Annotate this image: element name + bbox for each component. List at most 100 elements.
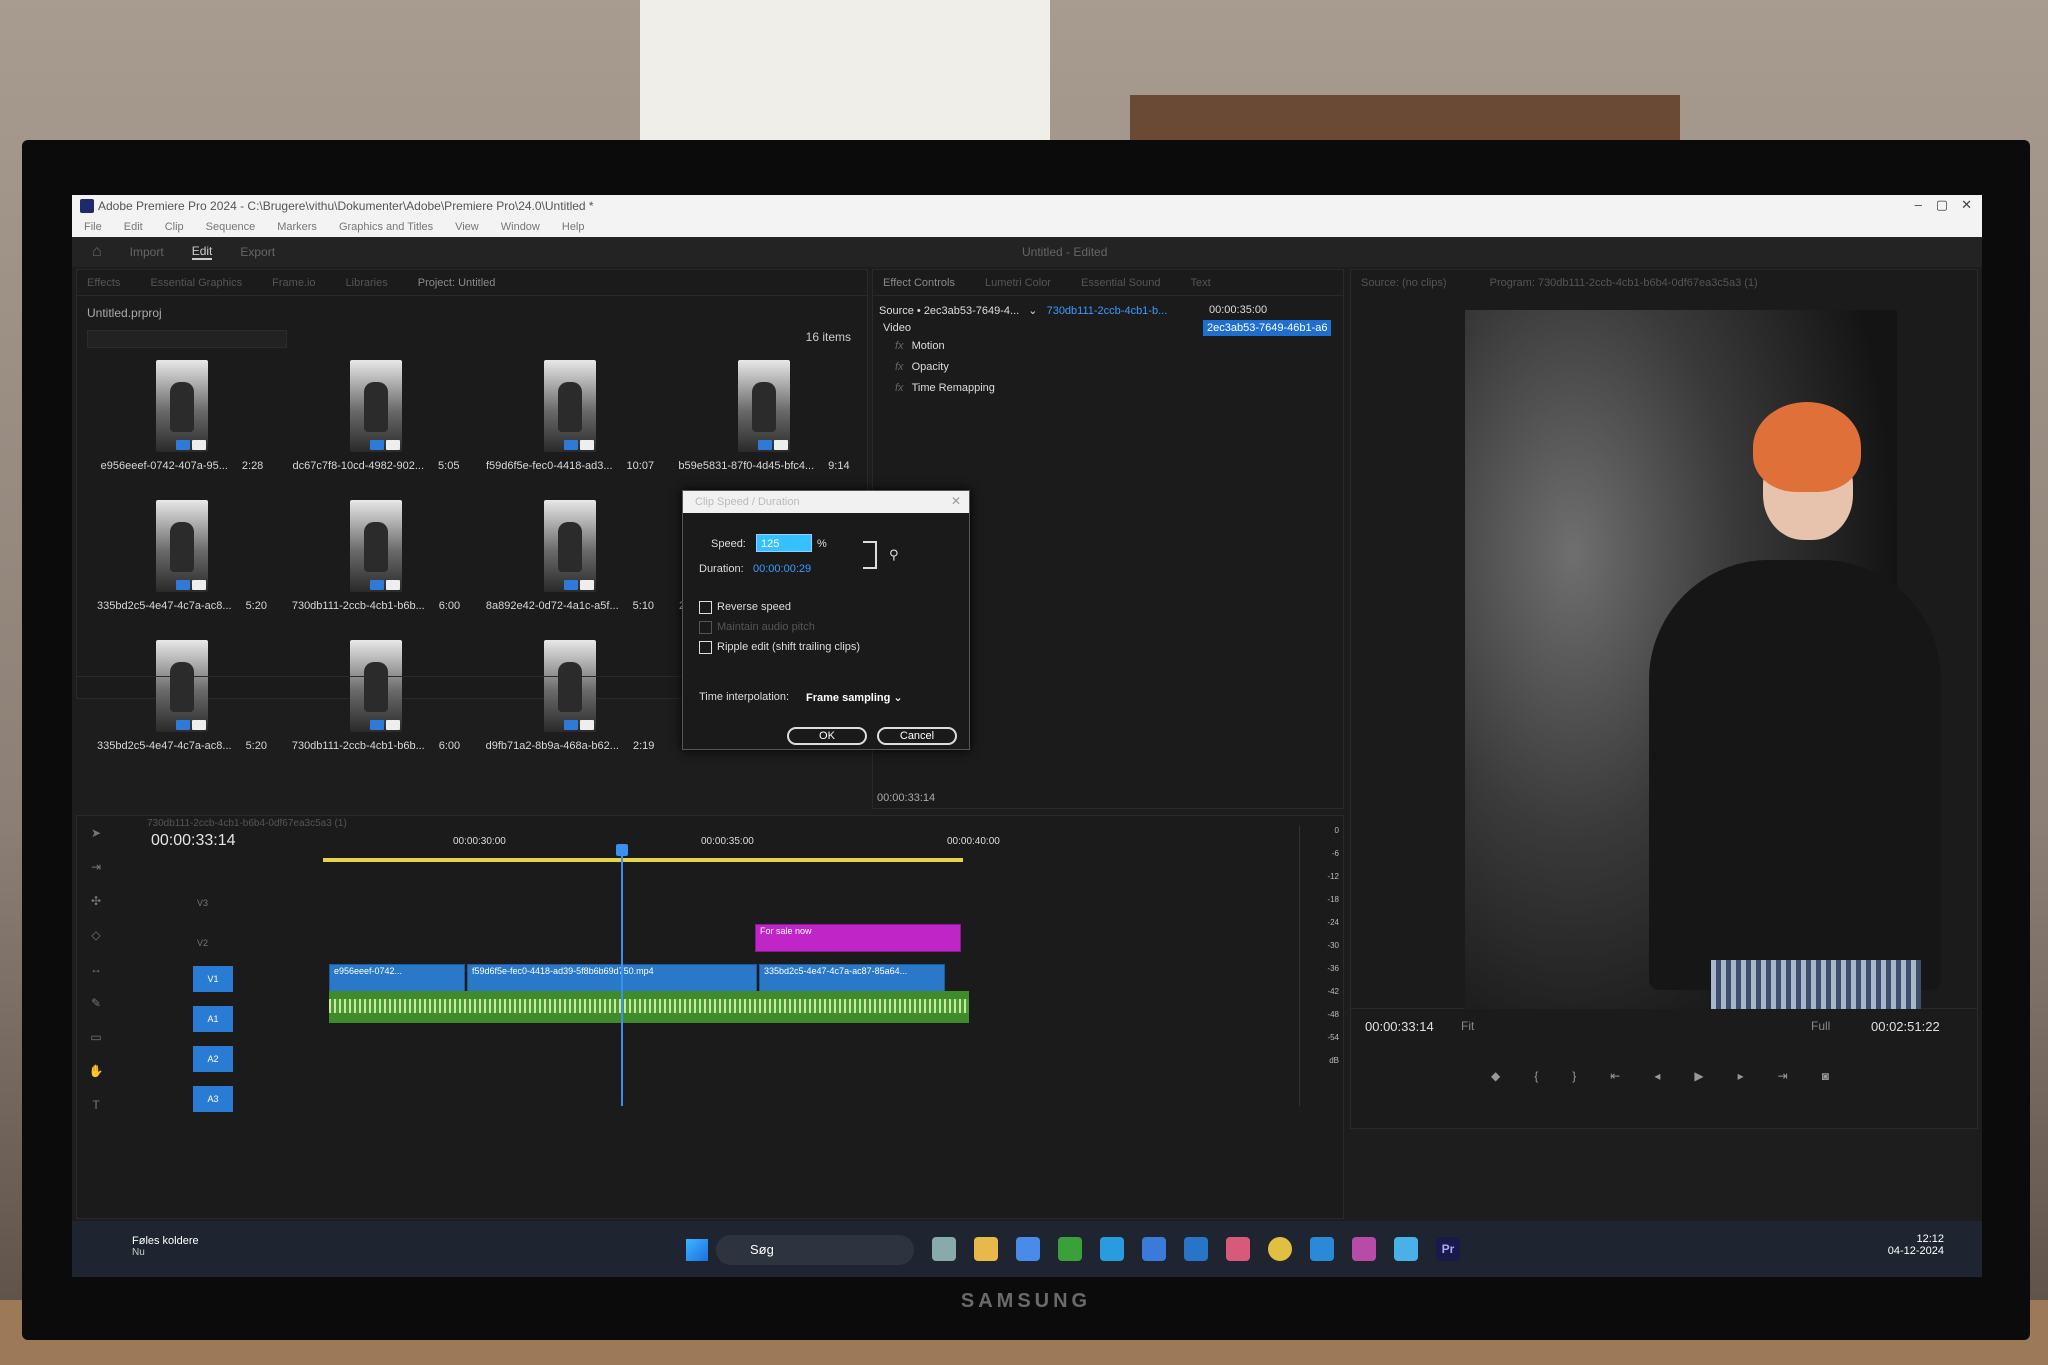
ok-button[interactable]: OK (787, 727, 867, 745)
marker-icon[interactable]: ◆ (1491, 1069, 1500, 1083)
tab-essential-sound[interactable]: Essential Sound (1081, 277, 1161, 289)
menu-markers[interactable]: Markers (277, 221, 317, 233)
outlook-icon[interactable] (1184, 1237, 1208, 1261)
ec-sequence-link[interactable]: 730db111-2ccb-4cb1-b... (1047, 305, 1168, 317)
cancel-button[interactable]: Cancel (877, 727, 957, 745)
close-icon[interactable]: ✕ (1961, 197, 1972, 213)
tab-essential-graphics[interactable]: Essential Graphics (150, 277, 242, 289)
tab-source[interactable]: Source: (no clips) (1361, 277, 1447, 289)
mark-in-icon[interactable]: { (1534, 1069, 1538, 1083)
tab-project[interactable]: Project: Untitled (418, 277, 496, 289)
vscode-icon[interactable] (1310, 1237, 1334, 1261)
step-back-icon[interactable]: ◂ (1654, 1069, 1660, 1083)
video-clip-a[interactable]: e956eeef-0742... (329, 964, 465, 992)
store-icon[interactable] (1016, 1237, 1040, 1261)
work-area-bar[interactable] (323, 858, 963, 862)
start-icon[interactable] (686, 1239, 708, 1261)
selection-tool-icon[interactable]: ➤ (91, 826, 101, 840)
track-v3[interactable]: V3 (197, 898, 208, 908)
whiteboard-icon[interactable] (1142, 1237, 1166, 1261)
track-a2[interactable]: A2 (193, 1046, 233, 1072)
rectangle-tool-icon[interactable]: ▭ (90, 1030, 101, 1044)
mark-out-icon[interactable]: } (1572, 1069, 1576, 1083)
ripple-edit-tool-icon[interactable]: ✣ (91, 894, 101, 908)
project-clip-item[interactable]: d9fb71a2-8b9a-468a-b62... 2:19 (475, 640, 665, 766)
tab-lumetri[interactable]: Lumetri Color (985, 277, 1051, 289)
track-a1[interactable]: A1 (193, 1006, 233, 1032)
track-v2[interactable]: V2 (197, 938, 208, 948)
project-clip-item[interactable]: b59e5831-87f0-4d45-bfc4... 9:14 (669, 360, 859, 486)
fit-select[interactable]: Fit (1461, 1019, 1474, 1033)
home-icon[interactable]: ⌂ (92, 243, 102, 261)
step-forward-icon[interactable]: ▸ (1738, 1069, 1744, 1083)
project-clip-item[interactable]: 8a892e42-0d72-4a1c-a5f... 5:10 (475, 500, 665, 626)
project-clip-item[interactable]: 730db111-2ccb-4cb1-b6b... 6:00 (281, 640, 471, 766)
track-a3[interactable]: A3 (193, 1086, 233, 1112)
tab-frameio[interactable]: Frame.io (272, 277, 315, 289)
file-explorer-icon[interactable] (974, 1237, 998, 1261)
timeline-timecode[interactable]: 00:00:33:14 (151, 832, 236, 850)
hand-tool-icon[interactable]: ✋ (89, 1064, 104, 1078)
ec-effect-opacity[interactable]: fx Opacity (895, 361, 949, 373)
tab-edit[interactable]: Edit (191, 244, 213, 260)
speed-input[interactable]: 125 (756, 534, 812, 552)
menu-edit[interactable]: Edit (124, 221, 143, 233)
video-clip-b[interactable]: f59d6f5e-fec0-4418-ad39-5f8b6b69d750.mp4 (467, 964, 757, 992)
duration-value[interactable]: 00:00:00:29 (753, 563, 811, 575)
video-frame[interactable] (1465, 310, 1941, 1120)
clock[interactable]: 12:12 04-12-2024 (1888, 1233, 1944, 1257)
edge-icon[interactable] (1100, 1237, 1124, 1261)
menu-sequence[interactable]: Sequence (206, 221, 256, 233)
onenote-icon[interactable] (1352, 1237, 1376, 1261)
link-icon[interactable]: ⚲ (889, 547, 899, 563)
title-clip[interactable]: For sale now (755, 924, 961, 952)
xbox-icon[interactable] (1058, 1237, 1082, 1261)
project-clip-item[interactable]: dc67c7f8-10cd-4982-902... 5:05 (281, 360, 471, 486)
razor-tool-icon[interactable]: ◇ (91, 928, 100, 942)
interp-select[interactable]: Frame sampling ⌄ (806, 691, 903, 704)
taskbar-search[interactable]: Søg (716, 1235, 914, 1265)
premiere-taskbar-icon[interactable]: Pr (1436, 1237, 1460, 1261)
menu-window[interactable]: Window (501, 221, 540, 233)
audio-clip[interactable] (329, 991, 969, 1023)
paint-icon[interactable] (1394, 1237, 1418, 1261)
project-clip-item[interactable]: 730db111-2ccb-4cb1-b6b... 6:00 (281, 500, 471, 626)
ec-clip-bar[interactable]: 2ec3ab53-7649-46b1-a6 (1203, 320, 1331, 336)
task-view-icon[interactable] (932, 1237, 956, 1261)
dialog-close-icon[interactable]: ✕ (951, 494, 961, 508)
playhead[interactable] (621, 846, 623, 1106)
quality-select[interactable]: Full (1811, 1019, 1830, 1033)
play-icon[interactable]: ▶ (1694, 1069, 1703, 1083)
type-tool-icon[interactable]: T (92, 1098, 99, 1112)
video-clip-c[interactable]: 335bd2c5-4e47-4c7a-ac87-85a64... (759, 964, 945, 992)
project-clip-item[interactable]: 335bd2c5-4e47-4c7a-ac8... 5:20 (87, 500, 277, 626)
tab-libraries[interactable]: Libraries (346, 277, 388, 289)
tab-export[interactable]: Export (240, 245, 275, 259)
minimize-icon[interactable]: – (1915, 197, 1922, 212)
maximize-icon[interactable]: ▢ (1936, 197, 1948, 213)
project-search-input[interactable] (87, 330, 287, 348)
menu-help[interactable]: Help (562, 221, 585, 233)
go-to-out-icon[interactable]: ⇥ (1778, 1069, 1788, 1083)
pen-tool-icon[interactable]: ✎ (91, 996, 101, 1010)
track-v1[interactable]: V1 (193, 966, 233, 992)
slip-tool-icon[interactable]: ↔ (90, 962, 102, 976)
ec-effect-motion[interactable]: fx Motion (895, 340, 945, 352)
program-current-tc[interactable]: 00:00:33:14 (1365, 1019, 1434, 1034)
camera-icon[interactable]: ◙ (1822, 1069, 1829, 1083)
track-select-icon[interactable]: ⇥ (91, 860, 101, 874)
go-to-in-icon[interactable]: ⇤ (1610, 1069, 1620, 1083)
timeline-tab[interactable]: 730db111-2ccb-4cb1-b6b4-0df67ea3c5a3 (1) (147, 818, 347, 829)
project-clip-item[interactable]: 335bd2c5-4e47-4c7a-ac8... 5:20 (87, 640, 277, 766)
weather-widget[interactable]: Føles koldere Nu (132, 1235, 199, 1258)
tab-text[interactable]: Text (1190, 277, 1210, 289)
tab-import[interactable]: Import (130, 245, 164, 259)
tab-effect-controls[interactable]: Effect Controls (883, 277, 955, 289)
ec-effect-time-remap[interactable]: fx Time Remapping (895, 382, 995, 394)
tab-effects[interactable]: Effects (87, 277, 120, 289)
reverse-speed-checkbox[interactable] (699, 601, 712, 614)
project-clip-item[interactable]: f59d6f5e-fec0-4418-ad3... 10:07 (475, 360, 665, 486)
project-clip-item[interactable]: e956eeef-0742-407a-95... 2:28 (87, 360, 277, 486)
tab-program[interactable]: Program: 730db111-2ccb-4cb1-b6b4-0df67ea… (1490, 277, 1758, 289)
chevron-down-icon[interactable]: ⌄ (1028, 305, 1037, 317)
